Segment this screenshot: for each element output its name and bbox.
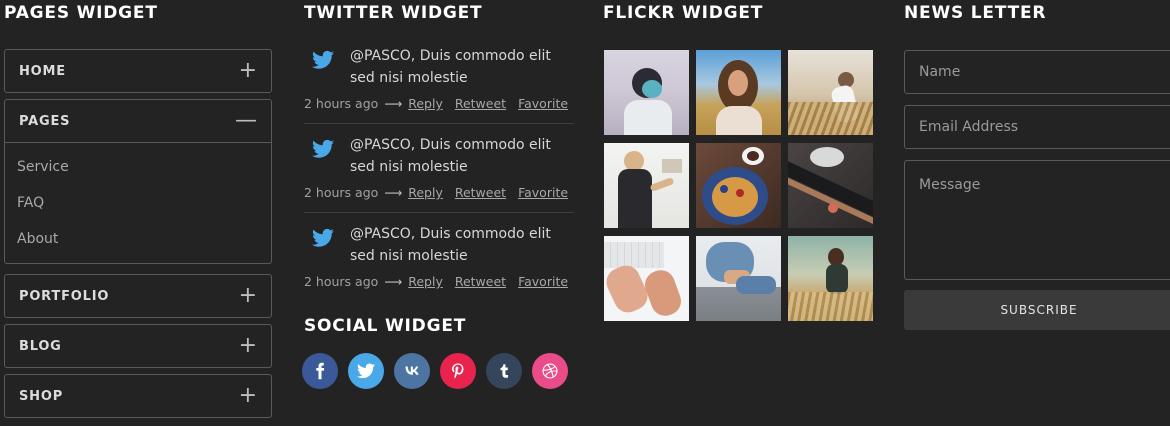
- retweet-link[interactable]: Retweet: [455, 185, 506, 200]
- accordion-header-pages[interactable]: PAGES —: [5, 100, 271, 142]
- accordion-label: PORTFOLIO: [19, 288, 110, 304]
- flickr-photo-hands-on-keyboard[interactable]: [604, 236, 689, 321]
- reply-link[interactable]: Reply: [408, 185, 443, 200]
- tweet-time: 2 hours ago: [304, 185, 379, 200]
- flickr-photo-grid: [604, 50, 873, 321]
- accordion-label: HOME: [19, 63, 66, 79]
- email-input[interactable]: [904, 105, 1170, 149]
- accordion-header-home[interactable]: HOME +: [5, 50, 271, 92]
- subscribe-button[interactable]: SUBSCRIBE: [904, 290, 1170, 330]
- twitter-bird-icon: [312, 50, 334, 69]
- flickr-photo-woman-in-field[interactable]: [788, 236, 873, 321]
- accordion-item-pages[interactable]: PAGES — Service FAQ About: [4, 99, 272, 264]
- favorite-link[interactable]: Favorite: [518, 185, 568, 200]
- vk-icon[interactable]: [394, 353, 430, 389]
- accordion-label: PAGES: [19, 113, 71, 129]
- accordion-item-home[interactable]: HOME +: [4, 49, 272, 93]
- flickr-photo-person-sitting-jeans[interactable]: [696, 236, 781, 321]
- accordion-label: BLOG: [19, 338, 62, 354]
- pinterest-icon[interactable]: [440, 353, 476, 389]
- accordion-header-shop[interactable]: SHOP +: [5, 375, 271, 417]
- flickr-photo-woman-at-whiteboard[interactable]: [604, 143, 689, 228]
- accordion-submenu: Service FAQ About: [5, 142, 271, 263]
- submenu-link-faq[interactable]: FAQ: [17, 185, 271, 221]
- twitter-widget-title: TWITTER WIDGET: [304, 3, 483, 23]
- retweet-link[interactable]: Retweet: [455, 96, 506, 111]
- tumblr-icon[interactable]: [486, 353, 522, 389]
- message-textarea[interactable]: [904, 160, 1170, 280]
- name-input[interactable]: [904, 50, 1170, 94]
- arrow-right-icon: ⟶: [384, 274, 403, 289]
- flickr-photo-woman-with-cap[interactable]: [604, 50, 689, 135]
- flickr-photo-desk-items[interactable]: [788, 143, 873, 228]
- flickr-photo-man-in-wheat-field[interactable]: [788, 50, 873, 135]
- twitter-widget: TWITTER WIDGET @PASCO, Duis commodo elit…: [302, 0, 576, 389]
- flickr-widget: FLICKR WIDGET: [603, 0, 875, 321]
- expand-plus-icon[interactable]: +: [239, 60, 257, 82]
- submenu-link-service[interactable]: Service: [17, 149, 271, 185]
- arrow-right-icon: ⟶: [384, 185, 403, 200]
- flickr-photo-curly-hair-woman[interactable]: [696, 50, 781, 135]
- social-buttons: [302, 353, 568, 389]
- expand-plus-icon[interactable]: +: [239, 335, 257, 357]
- retweet-link[interactable]: Retweet: [455, 274, 506, 289]
- tweet-text: @PASCO, Duis commodo elit sed nisi moles…: [350, 48, 551, 86]
- twitter-bird-icon: [312, 139, 334, 158]
- reply-link[interactable]: Reply: [408, 96, 443, 111]
- facebook-icon[interactable]: [302, 353, 338, 389]
- arrow-right-icon: ⟶: [384, 96, 403, 111]
- expand-plus-icon[interactable]: +: [239, 285, 257, 307]
- favorite-link[interactable]: Favorite: [518, 274, 568, 289]
- submenu-link-about[interactable]: About: [17, 221, 271, 257]
- collapse-minus-icon[interactable]: —: [235, 110, 257, 132]
- reply-link[interactable]: Reply: [408, 274, 443, 289]
- pages-widget-title: PAGES WIDGET: [4, 3, 158, 23]
- flickr-widget-title: FLICKR WIDGET: [603, 3, 764, 23]
- tweet-divider: [304, 212, 574, 213]
- flickr-photo-waffle-breakfast[interactable]: [696, 143, 781, 228]
- tweet-meta: 2 hours ago ⟶ Reply Retweet Favorite: [304, 274, 580, 289]
- tweet-text: @PASCO, Duis commodo elit sed nisi moles…: [350, 226, 551, 264]
- accordion-header-portfolio[interactable]: PORTFOLIO +: [5, 275, 271, 317]
- pages-widget: PAGES WIDGET HOME + PAGES — Service FAQ …: [4, 0, 274, 418]
- accordion-item-portfolio[interactable]: PORTFOLIO +: [4, 274, 272, 318]
- expand-plus-icon[interactable]: +: [239, 385, 257, 407]
- accordion-item-blog[interactable]: BLOG +: [4, 324, 272, 368]
- twitter-bird-icon: [312, 228, 334, 247]
- twitter-icon[interactable]: [348, 353, 384, 389]
- accordion-label: SHOP: [19, 388, 64, 404]
- tweet-time: 2 hours ago: [304, 274, 379, 289]
- tweet-meta: 2 hours ago ⟶ Reply Retweet Favorite: [304, 185, 580, 200]
- tweet-meta: 2 hours ago ⟶ Reply Retweet Favorite: [304, 96, 580, 111]
- dribbble-icon[interactable]: [532, 353, 568, 389]
- accordion-header-blog[interactable]: BLOG +: [5, 325, 271, 367]
- social-widget-title: SOCIAL WIDGET: [304, 316, 467, 336]
- newsletter-title: NEWS LETTER: [904, 3, 1047, 23]
- tweet-text: @PASCO, Duis commodo elit sed nisi moles…: [350, 137, 551, 175]
- newsletter-widget: NEWS LETTER SUBSCRIBE: [904, 0, 1170, 330]
- tweet-divider: [304, 123, 574, 124]
- favorite-link[interactable]: Favorite: [518, 96, 568, 111]
- tweet-time: 2 hours ago: [304, 96, 379, 111]
- accordion-item-shop[interactable]: SHOP +: [4, 374, 272, 418]
